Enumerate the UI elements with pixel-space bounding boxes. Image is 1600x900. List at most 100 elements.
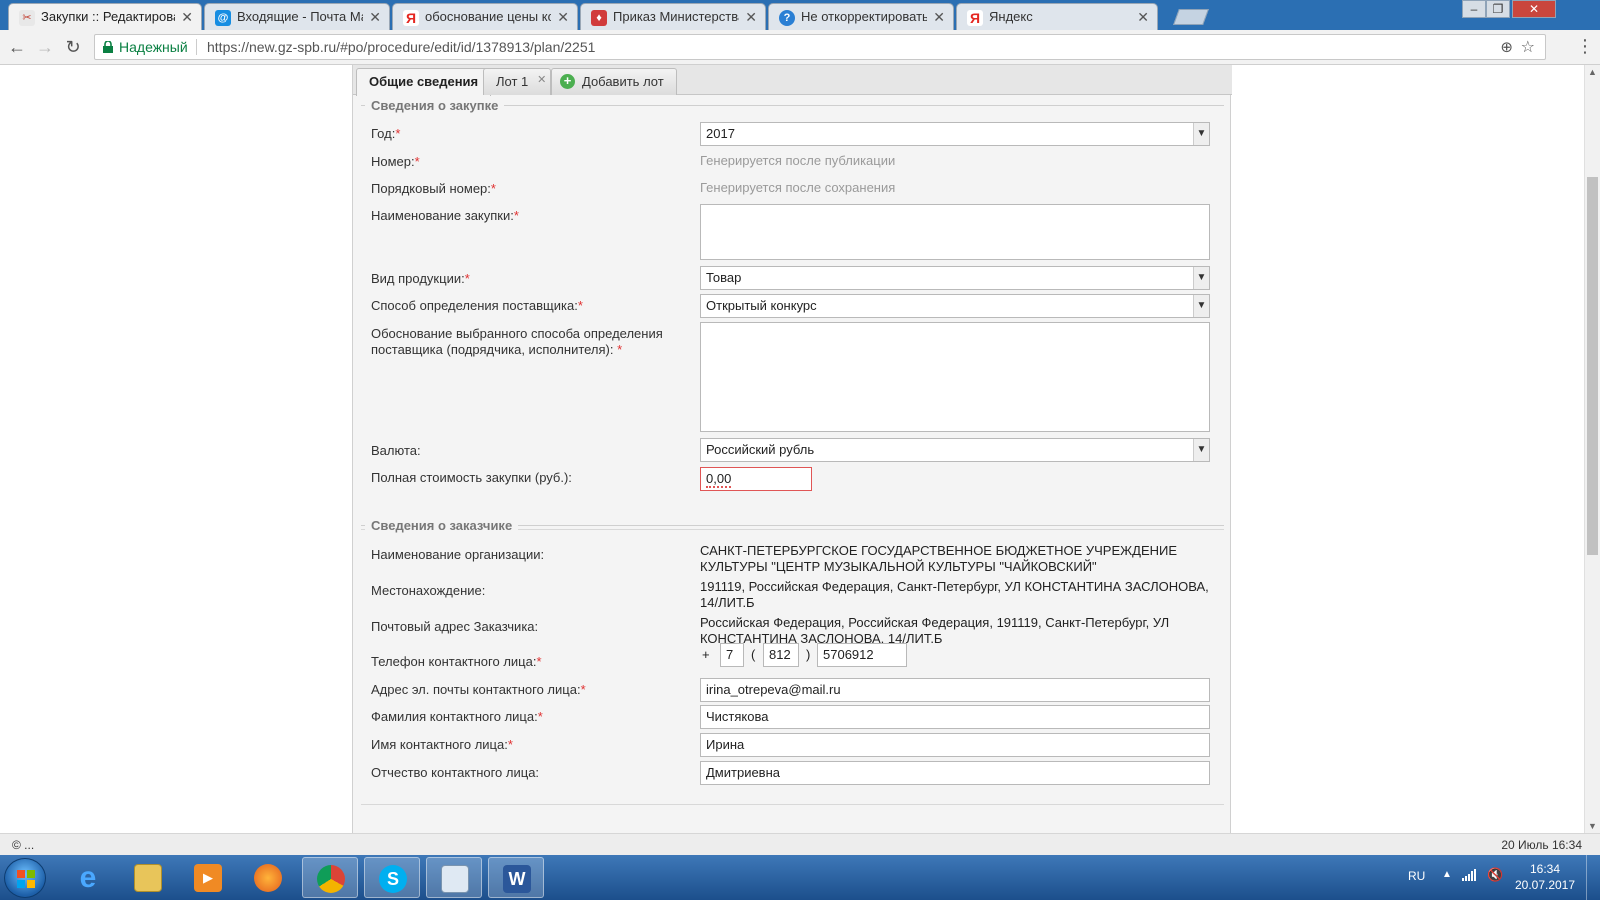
contact-patronymic-input[interactable]: Дмитриевна [700, 761, 1210, 785]
tray-clock[interactable]: 16:34 20.07.2017 [1510, 861, 1580, 893]
windows-taskbar: e ▶ S W RU ▲ 🔇 16:34 20.07.2017 [0, 855, 1600, 900]
phone-area-code-input[interactable]: 812 [763, 643, 799, 667]
minimize-button[interactable]: – [1462, 0, 1486, 18]
network-signal-icon[interactable] [1462, 869, 1476, 881]
reload-icon[interactable]: ↻ [62, 36, 84, 58]
contact-lastname-input[interactable]: Чистякова [700, 705, 1210, 729]
contact-email-input[interactable]: irina_otrepeva@mail.ru [700, 678, 1210, 702]
taskbar-internet-explorer[interactable]: e [60, 857, 116, 898]
page-scrollbar[interactable]: ▲ ▼ [1584, 65, 1600, 833]
close-icon[interactable]: ✕ [745, 4, 757, 30]
yandex-icon: Я [967, 10, 983, 26]
internet-explorer-icon: e [79, 861, 97, 894]
total-cost-value: 0,00 [706, 471, 732, 488]
browser-tab-ministry-order[interactable]: ♦ Приказ Министерства э ✕ [580, 3, 766, 30]
address-bar[interactable]: Надежный https://new.gz-spb.ru/#po/proce… [94, 34, 1546, 60]
plus-circle-icon: + [560, 74, 575, 89]
zoom-icon[interactable]: ⊕ [1500, 38, 1513, 56]
currency-label: Валюта: [371, 443, 421, 458]
browser-tab-correction[interactable]: ? Не откорректировать з ✕ [768, 3, 954, 30]
purchase-info-section: Сведения о закупке Год:* 2017 ▼ Номер:* … [361, 98, 1224, 530]
forward-arrow-icon[interactable]: → [34, 36, 56, 58]
tab-general-info[interactable]: Общие сведения [356, 68, 492, 96]
scrollbar-thumb[interactable] [1587, 177, 1598, 555]
yandex-icon: Я [403, 10, 419, 26]
close-icon[interactable]: ✕ [557, 4, 569, 30]
url-text[interactable]: https://new.gz-spb.ru/#po/procedure/edit… [207, 39, 595, 55]
justification-textarea[interactable] [700, 322, 1210, 432]
back-arrow-icon[interactable]: ← [6, 36, 28, 58]
media-player-icon: ▶ [194, 864, 222, 892]
scroll-down-arrow-icon[interactable]: ▼ [1588, 821, 1597, 831]
close-icon[interactable]: ✕ [933, 4, 945, 30]
clock-date: 20.07.2017 [1514, 878, 1576, 892]
year-value: 2017 [706, 126, 735, 141]
tab-title: Не откорректировать з [801, 9, 927, 24]
browser-tab-price-justification[interactable]: Я обоснование цены конт ✕ [392, 3, 578, 30]
section-title: Сведения о заказчике [365, 518, 519, 533]
contact-firstname-input[interactable]: Ирина [700, 733, 1210, 757]
mail-icon: @ [215, 10, 231, 26]
phone-number-input[interactable]: 5706912 [817, 643, 907, 667]
add-lot-button[interactable]: + Добавить лот [551, 68, 677, 95]
window-close-button[interactable]: ✕ [1512, 0, 1556, 18]
sequence-number-value: Генерируется после сохранения [700, 180, 896, 195]
year-label: Год:* [371, 126, 401, 141]
skype-icon: S [379, 865, 407, 893]
start-button[interactable] [4, 858, 46, 898]
organization-value: САНКТ-ПЕТЕРБУРГСКОЕ ГОСУДАРСТВЕННОЕ БЮДЖ… [700, 543, 1178, 574]
procedure-edit-panel: Общие сведения Лот 1 ✕ + Добавить лот Св… [352, 65, 1232, 833]
phone-country-code-input[interactable]: 7 [720, 643, 744, 667]
browser-tab-mail[interactable]: @ Входящие - Почта Mail.R ✕ [204, 3, 390, 30]
location-value: 191119, Российская Федерация, Санкт-Пете… [700, 579, 1209, 610]
tab-title: Закупки :: Редактирован [41, 9, 175, 24]
product-type-value: Товар [706, 270, 742, 285]
total-cost-input[interactable]: 0,00 [700, 467, 812, 491]
tab-lot-1-label: Лот 1 [496, 74, 529, 89]
taskbar-media-player[interactable]: ▶ [180, 857, 236, 898]
chrome-icon [317, 865, 345, 893]
tray-expand-icon[interactable]: ▲ [1442, 869, 1452, 880]
close-icon[interactable]: ✕ [1137, 4, 1149, 30]
supplier-method-select[interactable]: Открытый конкурс ▼ [700, 294, 1210, 318]
new-tab-button[interactable] [1173, 9, 1209, 25]
location-label: Местонахождение: [371, 583, 486, 598]
volume-muted-icon[interactable]: 🔇 [1487, 867, 1503, 883]
taskbar-skype[interactable]: S [364, 857, 420, 898]
browser-menu-icon[interactable]: ⋮ [1576, 36, 1594, 57]
close-icon[interactable]: ✕ [537, 68, 546, 93]
year-select[interactable]: 2017 ▼ [700, 122, 1210, 146]
scroll-up-arrow-icon[interactable]: ▲ [1588, 67, 1597, 77]
product-type-select[interactable]: Товар ▼ [700, 266, 1210, 290]
taskbar-firefox[interactable] [240, 857, 296, 898]
close-icon[interactable]: ✕ [181, 4, 193, 30]
taskbar-file-explorer[interactable] [120, 857, 176, 898]
purchase-name-textarea[interactable] [700, 204, 1210, 260]
info-icon: ? [779, 10, 795, 26]
chevron-down-icon: ▼ [1193, 439, 1209, 461]
tab-lot-1[interactable]: Лот 1 ✕ [483, 68, 552, 95]
maximize-button[interactable]: ❐ [1486, 0, 1510, 18]
browser-tab-procurement[interactable]: ✂ Закупки :: Редактирован ✕ [8, 3, 202, 30]
windows-logo-icon [17, 870, 35, 888]
number-label: Номер:* [371, 154, 420, 169]
tab-title: Приказ Министерства э [613, 9, 739, 24]
keyboard-language[interactable]: RU [1408, 869, 1425, 883]
form-tabs: Общие сведения Лот 1 ✕ + Добавить лот [353, 65, 1232, 96]
organization-label: Наименование организации: [371, 547, 545, 562]
customer-info-section: Сведения о заказчике Наименование органи… [361, 518, 1224, 805]
browser-tab-yandex[interactable]: Я Яндекс ✕ [956, 3, 1158, 30]
show-desktop-button[interactable] [1586, 855, 1600, 900]
taskbar-notepad[interactable] [426, 857, 482, 898]
taskbar-word[interactable]: W [488, 857, 544, 898]
tab-title: Входящие - Почта Mail.R [237, 9, 363, 24]
close-icon[interactable]: ✕ [369, 4, 381, 30]
word-icon: W [503, 865, 531, 893]
browser-toolbar: ← → ↻ Надежный https://new.gz-spb.ru/#po… [0, 30, 1600, 65]
copyright-text: © ... [12, 838, 35, 852]
taskbar-chrome[interactable] [302, 857, 358, 898]
currency-select[interactable]: Российский рубль ▼ [700, 438, 1210, 462]
clock-time: 16:34 [1529, 862, 1561, 876]
bookmark-star-icon[interactable]: ☆ [1521, 37, 1535, 57]
tab-title: обоснование цены конт [425, 9, 551, 24]
